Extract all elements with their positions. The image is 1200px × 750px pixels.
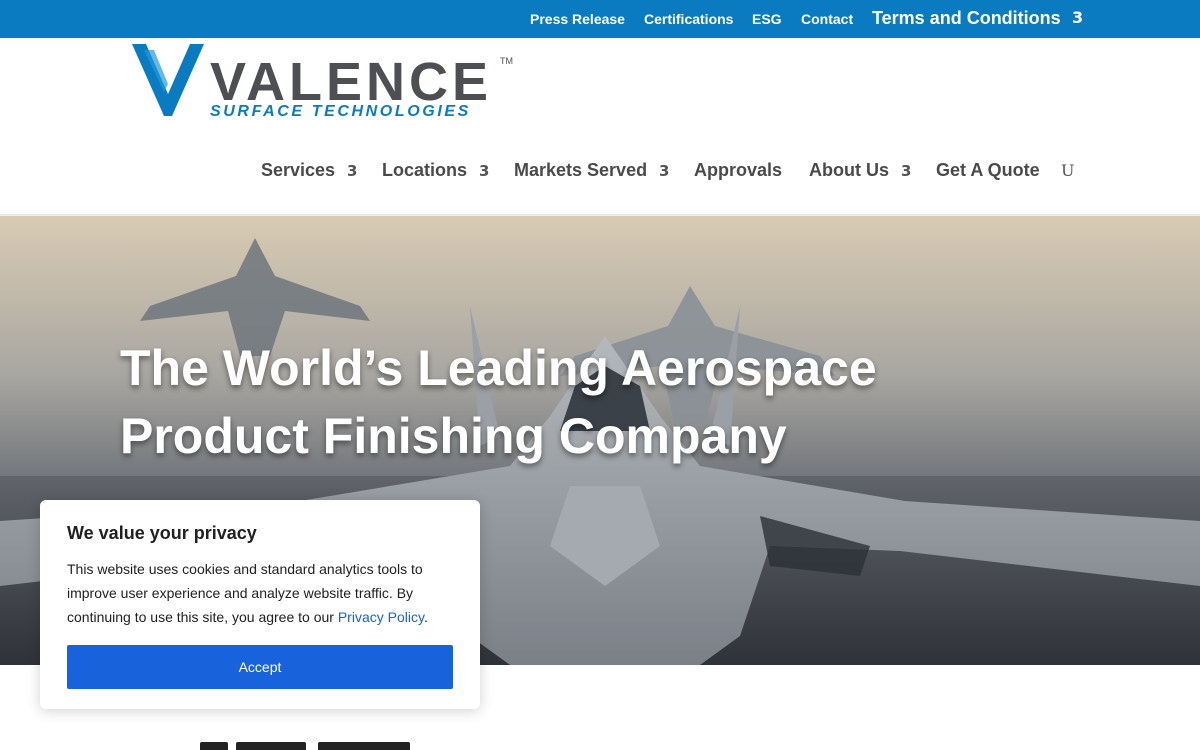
about-caret-icon[interactable]: 3 bbox=[901, 162, 911, 180]
nav-get-a-quote[interactable]: Get A Quote bbox=[936, 160, 1040, 181]
cookie-title: We value your privacy bbox=[67, 523, 257, 543]
top-link-press-release[interactable]: Press Release bbox=[530, 11, 625, 27]
logo-tm: TM bbox=[500, 56, 513, 66]
nav-approvals[interactable]: Approvals bbox=[694, 160, 782, 181]
cookie-consent-banner: We value your privacy This website uses … bbox=[40, 500, 480, 709]
nav-locations[interactable]: Locations bbox=[382, 160, 467, 181]
privacy-policy-link[interactable]: Privacy Policy bbox=[338, 609, 424, 625]
cookie-message-period: . bbox=[423, 609, 428, 625]
cookie-message: This website uses cookies and standard a… bbox=[67, 557, 459, 629]
logo-tagline: SURFACE TECHNOLOGIES bbox=[210, 103, 471, 120]
markets-caret-icon[interactable]: 3 bbox=[659, 162, 669, 180]
search-icon[interactable]: U bbox=[1061, 161, 1077, 181]
locations-caret-icon[interactable]: 3 bbox=[479, 162, 489, 180]
hero-title: The World’s Leading Aerospace Product Fi… bbox=[120, 340, 877, 464]
top-link-terms[interactable]: Terms and Conditions bbox=[872, 8, 1061, 29]
top-utility-bar: Press Release Certifications ESG Contact… bbox=[0, 0, 1200, 38]
top-link-esg[interactable]: ESG bbox=[752, 11, 782, 27]
section-heading-partial bbox=[120, 730, 440, 750]
top-link-certifications[interactable]: Certifications bbox=[644, 11, 733, 27]
accept-cookies-button[interactable]: Accept bbox=[67, 645, 453, 689]
nav-markets-served[interactable]: Markets Served bbox=[514, 160, 647, 181]
top-link-contact[interactable]: Contact bbox=[801, 11, 853, 27]
valence-logo[interactable]: VALENCE TM SURFACE TECHNOLOGIES bbox=[132, 44, 516, 120]
terms-dropdown-arrow-icon[interactable]: 3 bbox=[1072, 8, 1083, 27]
main-header: VALENCE TM SURFACE TECHNOLOGIES Services… bbox=[0, 38, 1200, 215]
nav-about-us[interactable]: About Us bbox=[809, 160, 889, 181]
services-caret-icon[interactable]: 3 bbox=[347, 162, 357, 180]
nav-services[interactable]: Services bbox=[261, 160, 335, 181]
